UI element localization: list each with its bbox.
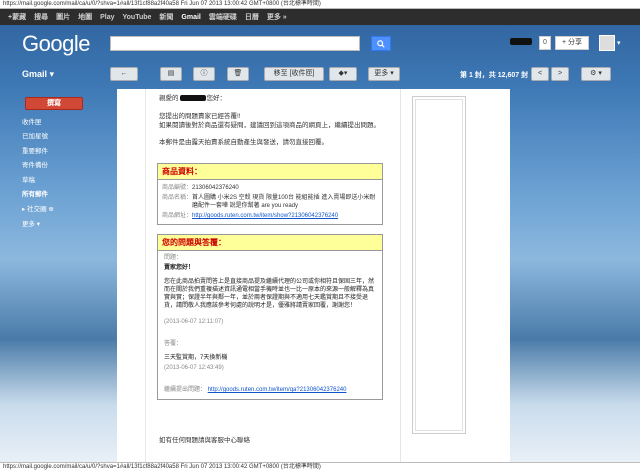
search-input[interactable] — [110, 36, 360, 51]
redacted-name — [179, 95, 206, 102]
answer-time: (2013-06-07 12:43:49) — [164, 365, 224, 371]
browser-status-caption: https://mail.google.com/mail/ca/u/0/?shv… — [0, 0, 640, 9]
pager-text: 第 1 封，共 12,607 封 — [460, 72, 529, 79]
question-label: 問題： — [164, 255, 183, 261]
label-icon: ◆▾ — [338, 70, 348, 77]
product-row: 商品網址： http://goods.ruten.com.tw/item/show… — [158, 211, 382, 221]
archive-icon: ▤ — [167, 70, 175, 77]
google-bar-item[interactable]: Play — [100, 14, 114, 21]
greeting: 親愛的 您好： — [159, 95, 226, 102]
chevron-down-icon[interactable]: ▾ — [617, 39, 621, 47]
body-p2: 如果閱讀後對於商品還有疑問，建議回到這項商品的網頁上，繼續提出問題。 — [159, 122, 380, 129]
delete-button[interactable]: 🗑 — [227, 67, 249, 81]
nav-item[interactable]: ▸ 社交圈 ⊕ — [22, 203, 54, 213]
google-bar-item[interactable]: 雲端硬碟 — [209, 12, 237, 22]
next-button[interactable]: > — [551, 67, 569, 81]
back-arrow-icon: ← — [120, 70, 128, 77]
right-sidebar — [400, 89, 510, 462]
more-button[interactable]: 更多 ▾ — [368, 67, 400, 81]
prev-button[interactable]: < — [531, 67, 549, 81]
product-link[interactable]: http://goods.ruten.com.tw/item/show?2130… — [192, 212, 378, 220]
nav-item[interactable]: 寄件備份 — [22, 159, 48, 169]
product-info-box: 商品資料： 商品編號： 21306042376240 商品名稱： 首人圖購 小米2S… — [157, 163, 383, 225]
gmail-header: Google 0 + 分享 ▾ — [0, 25, 640, 61]
question-time: (2013-06-07 12:11:07) — [164, 319, 224, 325]
question-body: 您在此商品拍賣問答上是直接商品提及繼續代理的公司或你相符且保固三年，然而在關於我… — [164, 279, 375, 309]
product-row: 商品名稱： 首人圖購 小米2S 空殼 現貨 限量100台 能組能插 進入賣場即送小… — [162, 195, 376, 209]
notification-count[interactable]: 0 — [539, 36, 551, 50]
google-bar-item[interactable]: 圖片 — [56, 12, 70, 22]
footer-text: 如有任何問題請與客服中心聯絡 — [159, 437, 250, 444]
qa-box: 您的問題與答覆： 問題： 賣家您好！ 您在此商品拍賣問答上是直接商品提及繼續代理… — [157, 234, 383, 400]
continue-question: 繼續提出問題： http://goods.ruten.com.tw/item/q… — [164, 387, 347, 393]
google-bar-item[interactable]: 搜尋 — [34, 12, 48, 22]
google-bar: +蒙藏 搜尋 圖片 地圖 Play YouTube 新聞 Gmail 雲端硬碟 日曆 更多 » — [0, 9, 640, 25]
body-p3: 本郵件是由露天拍賣系統自動產生與發送，請勿直接回覆。 — [159, 139, 328, 146]
gear-icon: ⚙ ▾ — [590, 70, 602, 77]
trash-icon: 🗑 — [233, 70, 243, 77]
continue-link[interactable]: http://goods.ruten.com.tw/item/qa?213060… — [208, 387, 347, 393]
qa-box-title: 您的問題與答覆： — [158, 235, 382, 251]
nav-item[interactable]: 所有郵件 — [22, 188, 48, 198]
google-bar-item[interactable]: Gmail — [181, 14, 200, 21]
gmail-menu[interactable]: Gmail ▾ — [22, 69, 54, 80]
google-bar-item[interactable]: YouTube — [123, 14, 152, 21]
search-icon — [377, 39, 385, 48]
compose-button[interactable]: 撰寫 — [25, 97, 83, 110]
divider — [145, 89, 146, 462]
nav-item[interactable]: 草稿 — [22, 174, 35, 184]
redacted-username — [510, 38, 532, 45]
search-button[interactable] — [371, 36, 391, 51]
product-row: 商品編號： 21306042376240 — [162, 185, 239, 191]
browser-status-caption-bottom: https://mail.google.com/mail/ca/u/0/?shv… — [0, 462, 640, 471]
report-spam-button[interactable]: ⓘ — [193, 67, 215, 81]
settings-button[interactable]: ⚙ ▾ — [581, 67, 611, 81]
nav-item[interactable]: 更多 ▾ — [22, 218, 40, 228]
message-pane: 親愛的 您好： 您提出的問題賣家已經答覆!! 如果閱讀後對於商品還有疑問，建議回到… — [117, 89, 400, 462]
ad-frame-inner — [415, 99, 463, 431]
spam-icon: ⓘ — [200, 70, 208, 77]
google-bar-item[interactable]: 地圖 — [78, 12, 92, 22]
answer-label: 答覆： — [164, 341, 183, 347]
google-bar-item[interactable]: 更多 » — [267, 12, 287, 22]
product-box-title: 商品資料： — [158, 164, 382, 180]
question-greeting: 賣家您好！ — [164, 265, 195, 271]
archive-button[interactable]: ▤ — [160, 67, 182, 81]
google-logo[interactable]: Google — [22, 31, 90, 57]
message-toolbar: Gmail ▾ ← ▤ ⓘ 🗑 移至 [收件匣] ◆▾ 更多 ▾ 第 1 封，共… — [0, 61, 640, 87]
share-button[interactable]: + 分享 — [555, 36, 589, 50]
answer-text: 三天監賞期，7天換新機 — [164, 355, 228, 361]
back-button[interactable]: ← — [110, 67, 138, 81]
google-bar-item[interactable]: 日曆 — [245, 12, 259, 22]
move-to-inbox-button[interactable]: 移至 [收件匣] — [264, 67, 324, 81]
avatar[interactable] — [599, 35, 615, 51]
google-bar-item[interactable]: +蒙藏 — [8, 12, 26, 22]
labels-button[interactable]: ◆▾ — [329, 67, 357, 81]
nav-item[interactable]: 已加星號 — [22, 130, 48, 140]
nav-item[interactable]: 重要郵件 — [22, 145, 48, 155]
nav-item[interactable]: 收件匣 — [22, 116, 42, 126]
google-bar-item[interactable]: 新聞 — [159, 12, 173, 22]
body-p1: 您提出的問題賣家已經答覆!! — [159, 113, 241, 120]
